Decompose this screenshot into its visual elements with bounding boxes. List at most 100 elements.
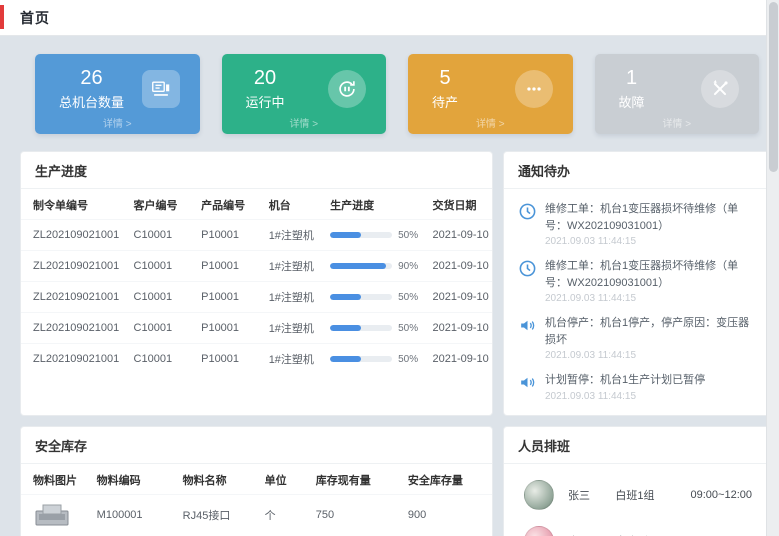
production-row: ZL202109021001 C10001 P10001 1#注塑机 50% 2… (21, 282, 492, 313)
customer-no-cell: C10001 (130, 282, 198, 313)
progress-label: 50% (398, 230, 418, 241)
order-no-cell: ZL202109021001 (21, 251, 130, 282)
safety-stock-cell: 900 (404, 494, 492, 536)
customer-no-cell: C10001 (130, 313, 198, 344)
panels-grid: 生产进度 制令单编号 客户编号 产品编号 机台 生产进度 交货日期 (20, 151, 771, 536)
progress-label: 50% (398, 354, 418, 365)
col-customer-no: 客户编号 (130, 189, 198, 220)
notification-item[interactable]: 维修工单：机台1变压器损坏待维修（单号：WX202109031001） 2021… (518, 201, 758, 247)
progress-bar (330, 356, 392, 362)
progress-bar (330, 263, 392, 269)
shift-label: 白班2组 (615, 533, 690, 536)
col-product-no: 产品编号 (197, 189, 265, 220)
stat-card-running[interactable]: 20 运行中 详情 > (222, 54, 387, 134)
production-panel-title: 生产进度 (21, 152, 492, 189)
notification-time: 2021.09.03 11:44:15 (545, 391, 705, 402)
schedule-panel-title: 人员排班 (504, 427, 770, 464)
safety-stock-panel-title: 安全库存 (21, 427, 492, 464)
notifications-panel-title: 通知待办 (504, 152, 770, 189)
sync-icon (328, 70, 366, 108)
notification-item[interactable]: 机台停产：机台1停产，停产原因：变压器损坏 2021.09.03 11:44:1… (518, 315, 758, 361)
mes-dashboard: 首页 26 总机台数量 (0, 0, 779, 536)
product-no-cell: P10001 (197, 251, 265, 282)
product-no-cell: P10001 (197, 220, 265, 251)
notification-time: 2021.09.03 11:44:15 (545, 236, 758, 247)
inventory-header-row: 物料图片 物料编码 物料名称 单位 库存现有量 安全库存量 (21, 464, 492, 495)
current-stock-cell: 750 (312, 494, 404, 536)
total-machines-label: 总机台数量 (59, 92, 124, 111)
notification-time: 2021.09.03 11:44:15 (545, 350, 758, 361)
production-row: ZL202109021001 C10001 P10001 1#注塑机 50% 2… (21, 313, 492, 344)
employee-name: 张三 (568, 487, 615, 503)
safety-stock-panel: 安全库存 物料图片 物料编码 物料名称 单位 库存现有量 安全库存量 (20, 426, 493, 536)
notification-item[interactable]: 维修工单：机台1变压器损坏待维修（单号：WX202109031001） 2021… (518, 258, 758, 304)
col-machine: 机台 (265, 189, 326, 220)
delivery-date-cell: 2021-09-10 (429, 251, 493, 282)
col-material-image: 物料图片 (21, 464, 93, 495)
production-row: ZL202109021001 C10001 P10001 1#注塑机 50% 2… (21, 220, 492, 251)
personnel-schedule-panel: 人员排班 张三 白班1组 09:00~12:00 李四 白班2组 12:00~1… (503, 426, 771, 536)
waiting-detail-link[interactable]: 详情 > (408, 115, 573, 130)
stat-card-total-machines[interactable]: 26 总机台数量 详情 > (35, 54, 200, 134)
product-no-cell: P10001 (197, 313, 265, 344)
delivery-date-cell: 2021-09-10 (429, 282, 493, 313)
speaker-icon (518, 373, 537, 392)
employee-name: 李四 (568, 533, 615, 536)
waiting-label: 待产 (432, 92, 458, 111)
product-no-cell: P10001 (197, 344, 265, 375)
material-name-cell: RJ45接口 (179, 494, 261, 536)
avatar (524, 480, 554, 510)
progress-bar (330, 325, 392, 331)
progress-bar (330, 294, 392, 300)
unit-cell: 个 (261, 494, 312, 536)
order-no-cell: ZL202109021001 (21, 282, 130, 313)
production-row: ZL202109021001 C10001 P10001 1#注塑机 50% 2… (21, 344, 492, 375)
progress-cell: 50% (326, 344, 428, 375)
material-image-cell (21, 494, 93, 536)
production-row: ZL202109021001 C10001 P10001 1#注塑机 90% 2… (21, 251, 492, 282)
avatar (524, 526, 554, 536)
scrollbar[interactable] (766, 0, 779, 536)
progress-cell: 50% (326, 313, 428, 344)
total-machines-value: 26 (59, 67, 124, 89)
notification-item[interactable]: 计划暂停：机台1生产计划已暂停 2021.09.03 11:44:15 (518, 372, 758, 402)
order-no-cell: ZL202109021001 (21, 344, 130, 375)
fault-value: 1 (619, 67, 645, 89)
speaker-icon (518, 316, 537, 335)
notification-text: 维修工单：机台1变压器损坏待维修（单号：WX202109031001） (545, 258, 758, 291)
rj45-connector-photo (33, 502, 71, 529)
col-progress: 生产进度 (326, 189, 428, 220)
top-bar: 首页 (0, 0, 779, 36)
schedule-list: 张三 白班1组 09:00~12:00 李四 白班2组 12:00~16:00 … (504, 464, 770, 536)
scrollbar-thumb[interactable] (769, 2, 778, 172)
stat-card-fault[interactable]: 1 故障 详情 > (595, 54, 760, 134)
schedule-row: 李四 白班2组 12:00~16:00 (524, 518, 752, 536)
tools-icon (701, 70, 739, 108)
running-label: 运行中 (246, 92, 285, 111)
machine-cell: 1#注塑机 (265, 220, 326, 251)
shift-label: 白班1组 (615, 487, 690, 503)
notification-text: 维修工单：机台1变压器损坏待维修（单号：WX202109031001） (545, 201, 758, 234)
customer-no-cell: C10001 (130, 220, 198, 251)
machine-cell: 1#注塑机 (265, 251, 326, 282)
col-current-stock: 库存现有量 (312, 464, 404, 495)
fault-label: 故障 (619, 92, 645, 111)
progress-label: 50% (398, 292, 418, 303)
col-material-code: 物料编码 (93, 464, 179, 495)
schedule-row: 张三 白班1组 09:00~12:00 (524, 472, 752, 518)
progress-bar (330, 232, 392, 238)
machine-icon (142, 70, 180, 108)
machine-cell: 1#注塑机 (265, 282, 326, 313)
inventory-row: M100001 RJ45接口 个 750 900 (21, 494, 492, 536)
total-machines-detail-link[interactable]: 详情 > (35, 115, 200, 130)
stat-card-waiting[interactable]: 5 待产 详情 > (408, 54, 573, 134)
col-delivery-date: 交货日期 (429, 189, 493, 220)
notification-text: 计划暂停：机台1生产计划已暂停 (545, 372, 705, 389)
machine-cell: 1#注塑机 (265, 313, 326, 344)
progress-label: 90% (398, 261, 418, 272)
notification-text: 机台停产：机台1停产，停产原因：变压器损坏 (545, 315, 758, 348)
progress-cell: 50% (326, 220, 428, 251)
running-detail-link[interactable]: 详情 > (222, 115, 387, 130)
material-code-cell: M100001 (93, 494, 179, 536)
fault-detail-link[interactable]: 详情 > (595, 115, 760, 130)
